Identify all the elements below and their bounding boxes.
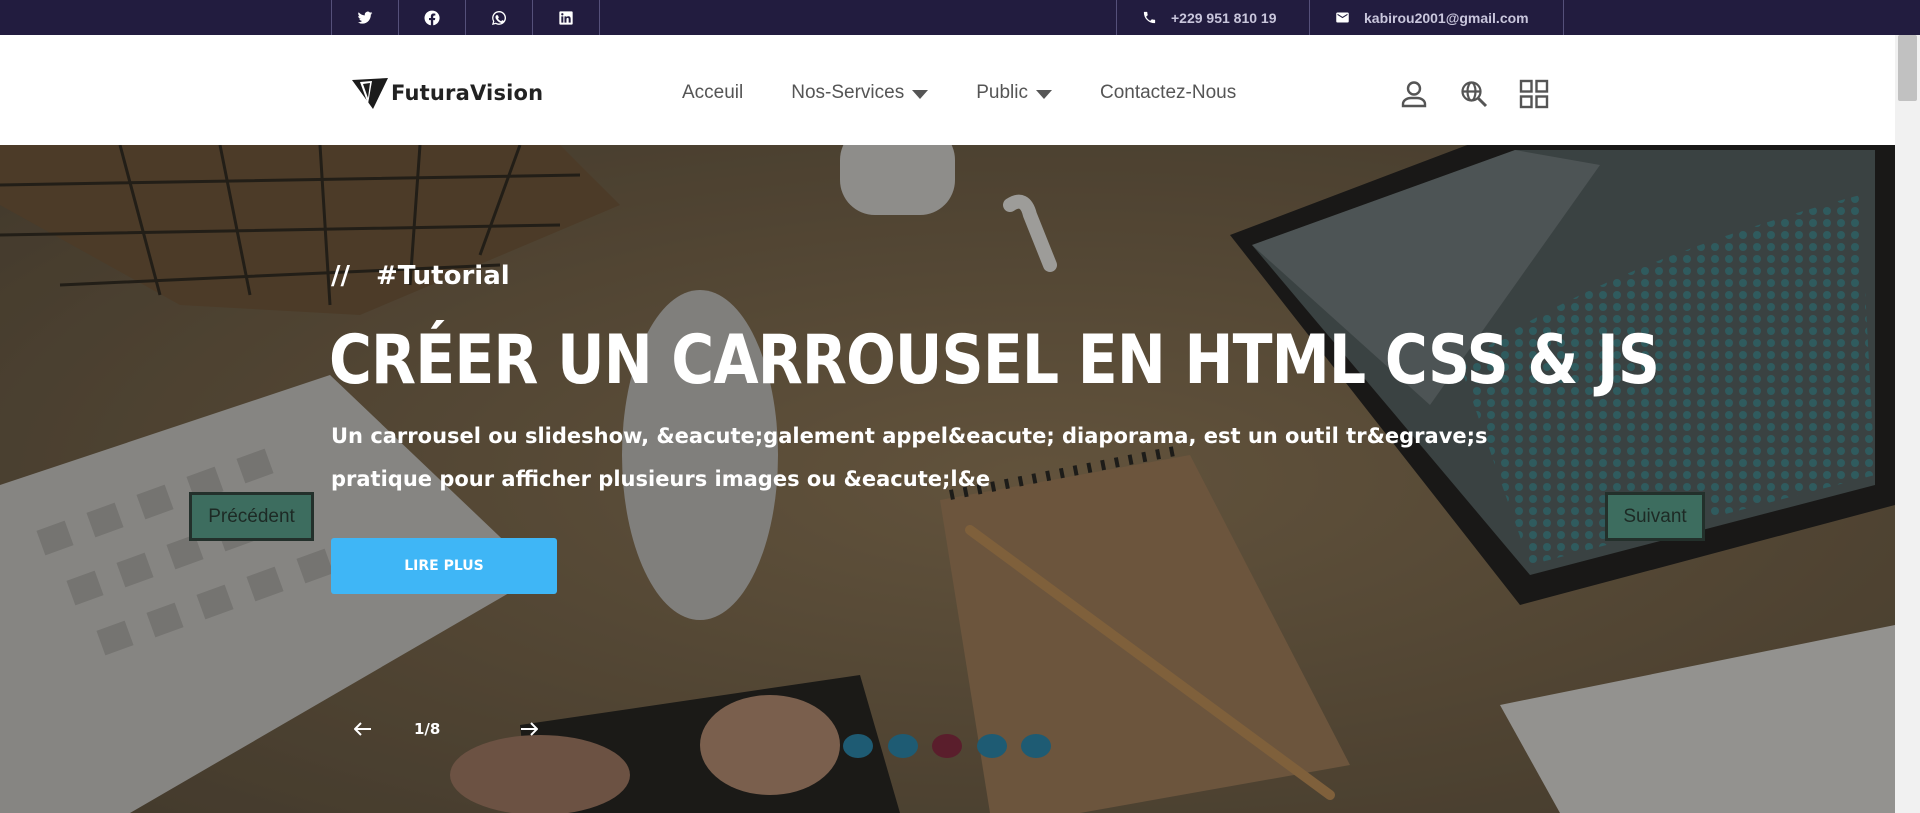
hero-carousel: // #Tutorial CRÉER UN CARROUSEL EN HTML C… <box>0 145 1895 813</box>
carousel-dot[interactable] <box>1021 734 1051 758</box>
grid-menu-icon <box>1519 79 1549 109</box>
slide-next-arrow[interactable] <box>518 721 540 737</box>
arrow-left-icon <box>354 722 371 736</box>
main-nav: Acceuil Nos-Services Public Contactez-No… <box>682 82 1284 104</box>
mail-icon <box>1336 12 1349 23</box>
email-contact[interactable]: kabirou2001@gmail.com <box>1309 0 1564 35</box>
next-button[interactable]: Suivant <box>1605 492 1705 541</box>
header-actions <box>1398 78 1578 110</box>
logo[interactable]: FuturaVision <box>351 76 543 110</box>
tag-label: #Tutorial <box>376 261 510 291</box>
page-scrollbar[interactable] <box>1895 35 1920 813</box>
phone-contact[interactable]: +229 951 810 19 <box>1116 0 1309 35</box>
hero-description: Un carrousel ou slideshow, &eacute;galem… <box>331 424 1488 491</box>
top-bar: +229 951 810 19 kabirou2001@gmail.com <box>0 0 1920 35</box>
logo-mark-icon <box>352 78 388 109</box>
slider-navigation: 1/8 <box>352 720 540 738</box>
whatsapp-link[interactable] <box>466 0 533 35</box>
caret-down-icon <box>1035 89 1052 99</box>
linkedin-link[interactable] <box>533 0 600 35</box>
slide-prev-arrow[interactable] <box>352 721 374 737</box>
nav-item-label: Acceuil <box>682 82 744 103</box>
whatsapp-icon <box>492 10 507 25</box>
carousel-dots <box>843 734 1066 758</box>
search-button[interactable] <box>1458 78 1490 110</box>
carousel-dot[interactable] <box>843 734 873 758</box>
hero-title: CRÉER UN CARROUSEL EN HTML CSS & JS <box>329 321 1660 400</box>
carousel-dot-active[interactable] <box>932 734 962 758</box>
site-header: FuturaVision Acceuil Nos-Services Public… <box>0 35 1895 145</box>
previous-button[interactable]: Précédent <box>189 492 314 541</box>
nav-item-public[interactable]: Public <box>976 82 1052 104</box>
read-more-button[interactable]: LIRE PLUS <box>331 538 557 594</box>
facebook-icon <box>424 10 440 25</box>
search-globe-icon <box>1461 81 1488 108</box>
social-links <box>331 0 600 35</box>
account-button[interactable] <box>1398 78 1430 110</box>
brand-name: FuturaVision <box>391 81 544 105</box>
slide-counter: 1/8 <box>414 720 441 738</box>
nav-item-nos-services[interactable]: Nos-Services <box>791 82 929 104</box>
menu-grid-button[interactable] <box>1518 78 1550 110</box>
twitter-icon <box>357 11 373 24</box>
phone-icon <box>1143 11 1156 24</box>
tag-slashes: // <box>331 261 350 291</box>
nav-item-label: Contactez-Nous <box>1099 82 1237 103</box>
email-address: kabirou2001@gmail.com <box>1364 9 1529 26</box>
twitter-link[interactable] <box>332 0 399 35</box>
nav-item-contactez-nous[interactable]: Contactez-Nous <box>1100 82 1236 104</box>
carousel-dot[interactable] <box>887 734 918 758</box>
scrollbar-thumb[interactable] <box>1898 35 1917 101</box>
user-icon <box>1401 81 1427 108</box>
linkedin-icon <box>559 10 573 25</box>
caret-down-icon <box>912 89 929 99</box>
carousel-dot[interactable] <box>976 734 1007 758</box>
facebook-link[interactable] <box>399 0 466 35</box>
phone-number: +229 951 810 19 <box>1171 9 1277 26</box>
nav-item-label: Public <box>976 82 1028 103</box>
nav-item-label: Nos-Services <box>791 82 905 103</box>
post-tag: // #Tutorial <box>331 261 510 291</box>
arrow-right-icon <box>521 722 539 736</box>
nav-item-acceuil[interactable]: Acceuil <box>682 82 743 104</box>
